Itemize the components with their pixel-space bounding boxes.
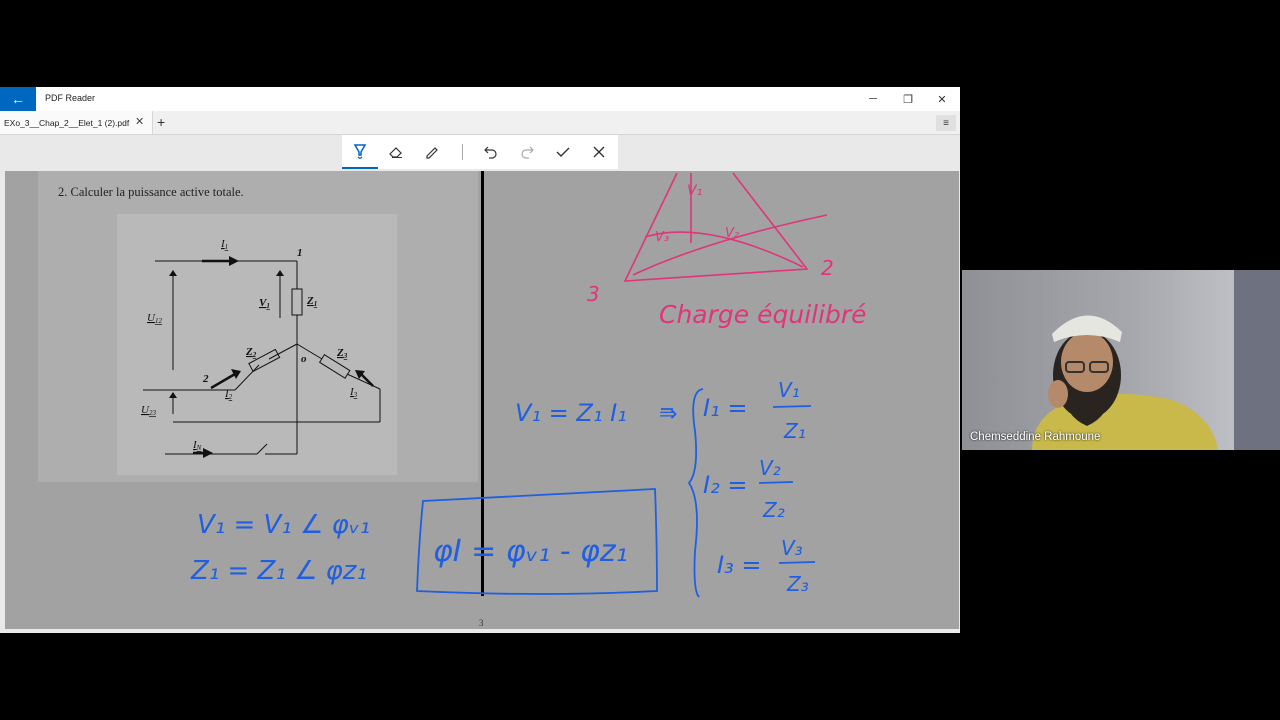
blue-i3-den: Z₃ bbox=[786, 572, 809, 596]
participant-name: Chemseddine Rahmoune bbox=[970, 431, 1101, 443]
document-view[interactable]: 2. Calculer la puissance active totale. bbox=[5, 171, 959, 629]
blue-implies: ⇒ bbox=[659, 402, 677, 427]
participant-video bbox=[1032, 270, 1280, 450]
toolbar-separator bbox=[462, 144, 463, 160]
blue-i1-num: V₁ bbox=[778, 378, 800, 402]
blue-equations: V₁ = Z₁ I₁ ⇒ I₁ = V₁ Z₁ I₂ = V₂ Z₂ I₃ = … bbox=[190, 378, 809, 596]
blue-v1-polar: V₁ = V₁ ∠ φᵥ₁ bbox=[197, 510, 370, 540]
blue-i2: I₂ = bbox=[703, 471, 747, 499]
blue-i2-den: Z₂ bbox=[762, 498, 785, 522]
app-title: PDF Reader bbox=[45, 93, 96, 103]
pink-v3: V₃ bbox=[655, 230, 669, 245]
redo-icon[interactable] bbox=[509, 135, 545, 169]
blue-i1: I₁ = bbox=[703, 394, 747, 422]
pink-node-2: 2 bbox=[821, 256, 834, 280]
tab-menu-button[interactable]: ≡ bbox=[936, 115, 956, 131]
highlighter-pen-icon[interactable] bbox=[342, 135, 378, 169]
pencil-icon[interactable] bbox=[414, 135, 450, 169]
checkmark-icon[interactable] bbox=[545, 135, 581, 169]
tab-document[interactable]: EXo_3__Chap_2__Elet_1 (2).pdf ✕ bbox=[0, 111, 153, 134]
title-bar: ← PDF Reader ─ ❐ ✕ bbox=[0, 87, 960, 111]
pink-v2: V₂ bbox=[725, 226, 739, 241]
undo-icon[interactable] bbox=[473, 135, 509, 169]
blue-phi-equation: φI = φᵥ₁ - φz₁ bbox=[433, 534, 628, 569]
close-icon[interactable] bbox=[581, 135, 617, 169]
minimize-button[interactable]: ─ bbox=[856, 87, 890, 111]
blue-i3-num: V₃ bbox=[781, 536, 803, 560]
arrow-left-icon: ← bbox=[11, 91, 25, 107]
video-tile: Chemseddine Rahmoune bbox=[962, 270, 1280, 450]
close-window-button[interactable]: ✕ bbox=[925, 87, 959, 111]
back-button[interactable]: ← bbox=[0, 87, 36, 111]
new-tab-button[interactable]: + bbox=[157, 114, 165, 130]
pink-node-3: 3 bbox=[587, 282, 600, 306]
blue-i1-den: Z₁ bbox=[783, 419, 806, 443]
eraser-icon[interactable] bbox=[378, 135, 414, 169]
blue-z1-polar: Z₁ = Z₁ ∠ φz₁ bbox=[190, 556, 367, 586]
ink-annotations: V₁ V₃ V₂ 3 2 Charge équilibré V₁ = Z₁ I₁… bbox=[190, 172, 867, 598]
blue-eq-v1: V₁ = Z₁ I₁ bbox=[515, 399, 627, 427]
blue-i2-num: V₂ bbox=[759, 456, 781, 480]
pdf-reader-window: ← PDF Reader ─ ❐ ✕ EXo_3__Chap_2__Elet_1… bbox=[0, 87, 960, 633]
tab-close-icon[interactable]: ✕ bbox=[135, 115, 144, 128]
pink-v1: V₁ bbox=[687, 183, 702, 199]
blue-i3: I₃ = bbox=[717, 551, 761, 579]
restore-button[interactable]: ❐ bbox=[891, 87, 925, 111]
tab-label: EXo_3__Chap_2__Elet_1 (2).pdf bbox=[4, 118, 130, 128]
tab-bar: EXo_3__Chap_2__Elet_1 (2).pdf ✕ + ≡ bbox=[0, 111, 960, 135]
blue-brace bbox=[687, 388, 704, 598]
pink-charge-text: Charge équilibré bbox=[659, 300, 867, 329]
ink-toolbar bbox=[342, 135, 618, 169]
